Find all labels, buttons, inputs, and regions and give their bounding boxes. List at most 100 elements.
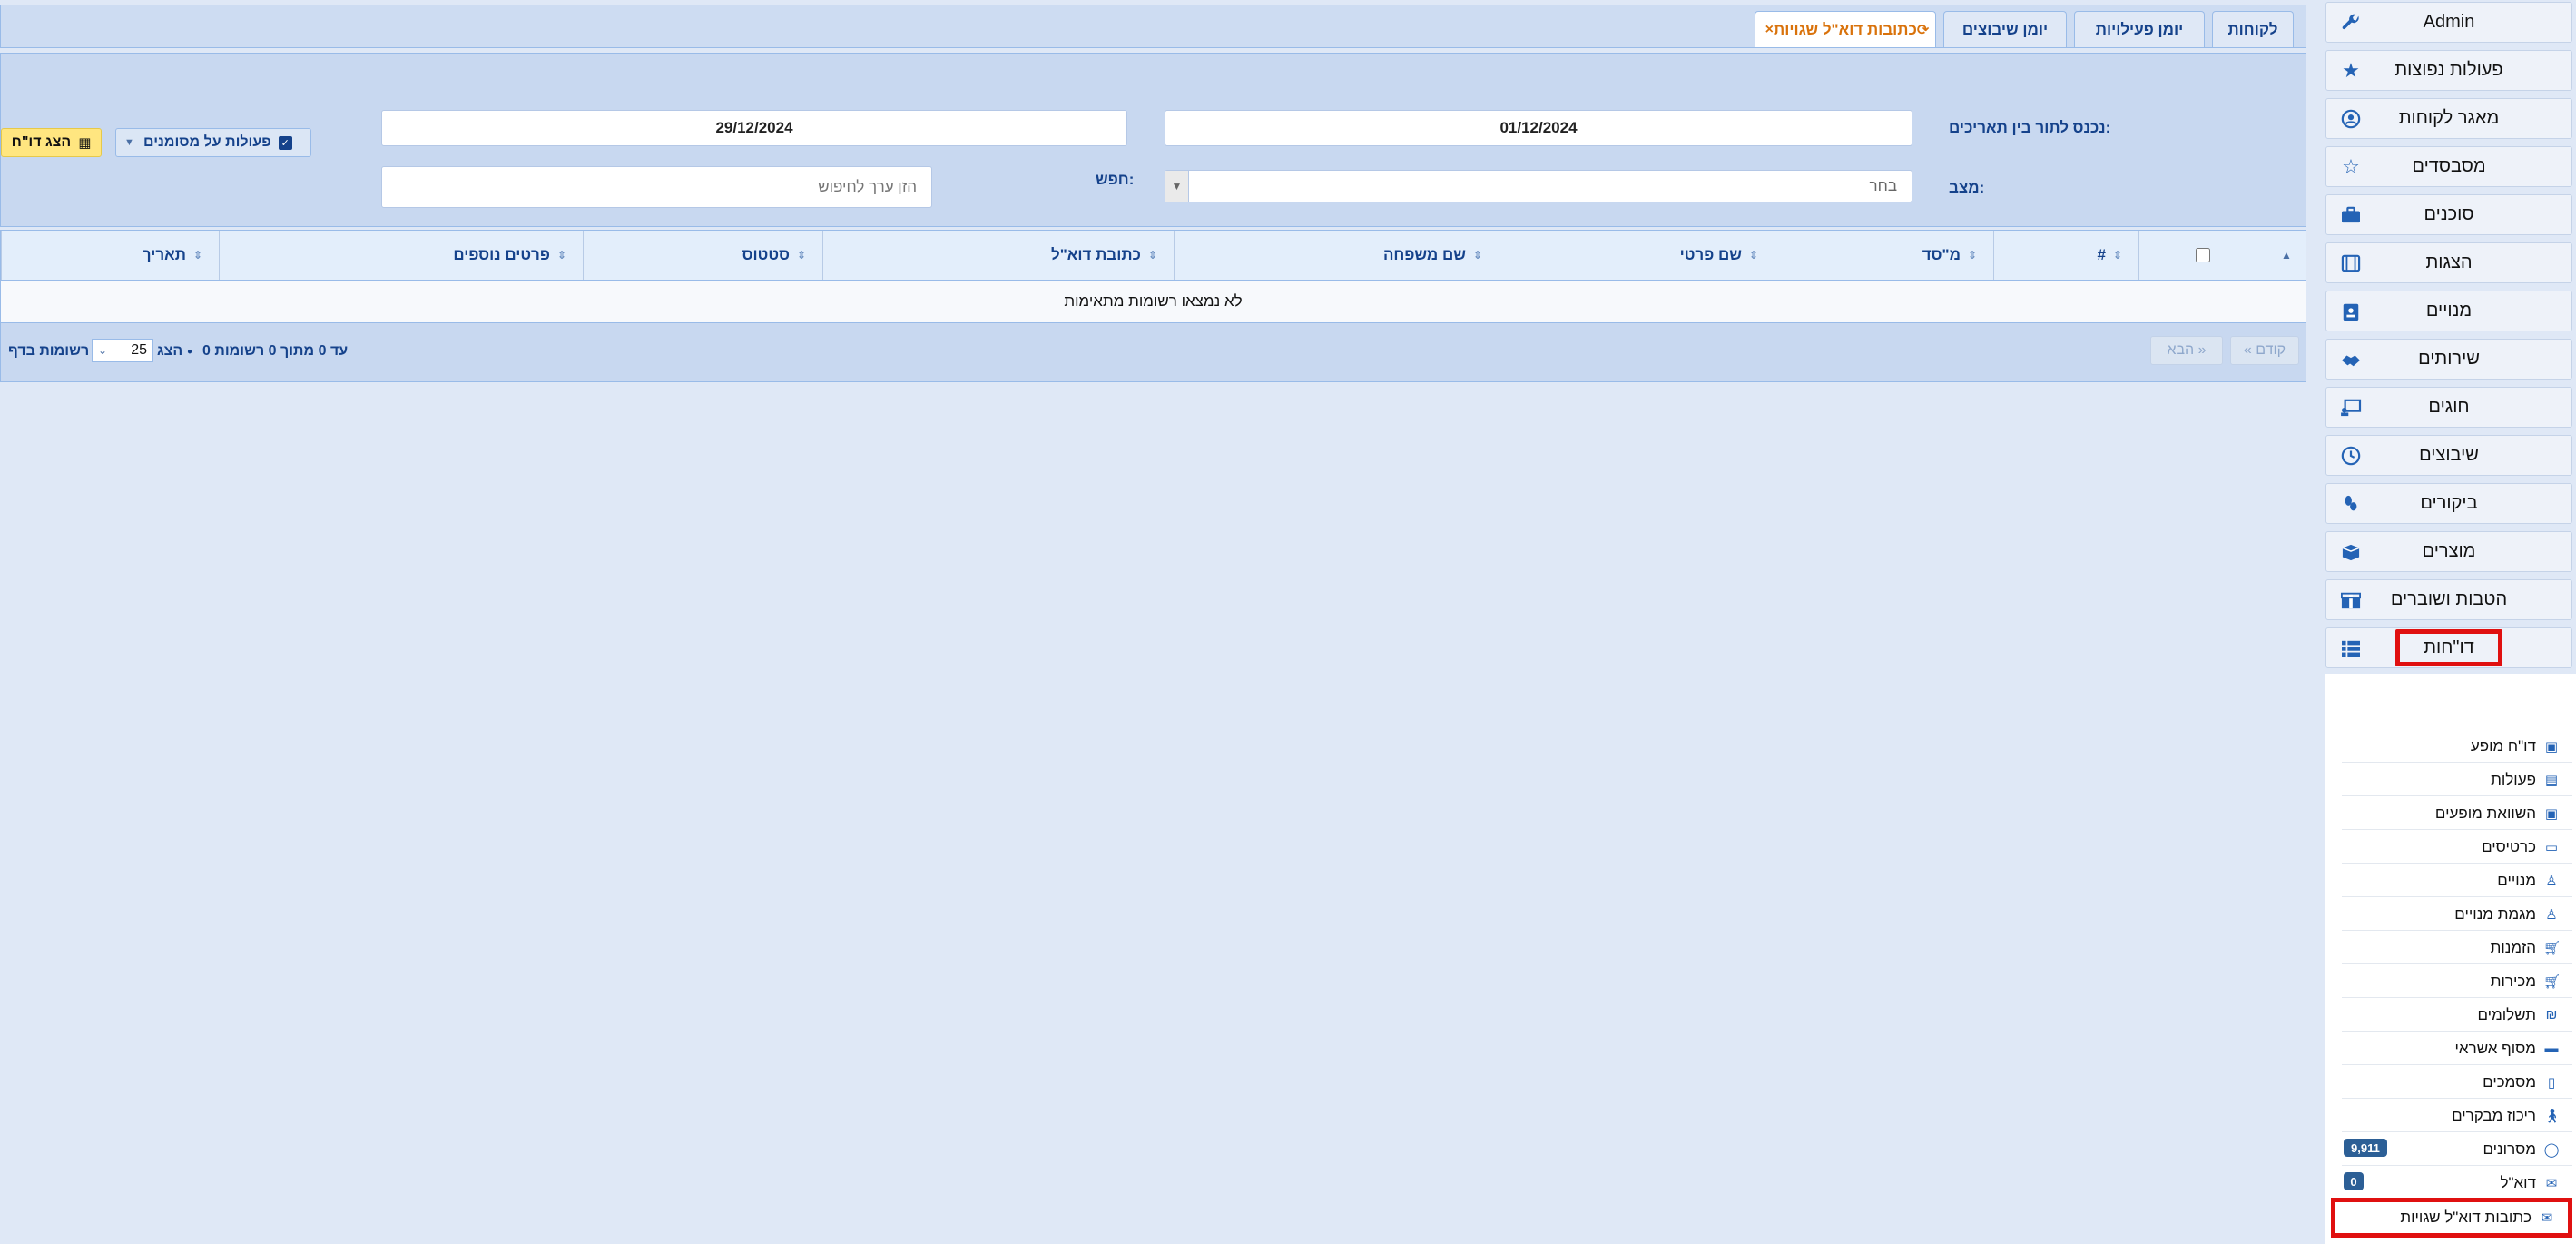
submenu-item-documents[interactable]: מסמכים ▯ bbox=[2342, 1066, 2572, 1099]
sidebar-item-label: דו"חות bbox=[2395, 629, 2502, 666]
column-title: # bbox=[2097, 246, 2106, 263]
submenu-item-credit-terminal[interactable]: מסוף אשראי ▬ bbox=[2342, 1032, 2572, 1065]
show-label: הצג bbox=[157, 343, 183, 359]
tab-customers[interactable]: לקוחות bbox=[2212, 11, 2294, 47]
sidebar-item-admin[interactable]: Admin bbox=[2325, 2, 2572, 43]
tab-placement-log[interactable]: יומן שיבוצים bbox=[1943, 11, 2067, 47]
tab-activity-log[interactable]: יומן פעילויות bbox=[2074, 11, 2205, 47]
bulk-actions-button[interactable]: ▼ פעולות על מסומנים ✓ bbox=[115, 128, 311, 157]
status-select[interactable]: ▼ בחר bbox=[1165, 170, 1912, 202]
sort-icon: ⇕ bbox=[192, 249, 202, 262]
sidebar-item-benefits[interactable]: הטבות ושוברים bbox=[2325, 579, 2572, 620]
submenu-item-sales[interactable]: מכירות 🛒︎ bbox=[2342, 965, 2572, 998]
sort-icon: ⇕ bbox=[1472, 249, 1482, 262]
search-input[interactable] bbox=[382, 167, 931, 207]
submenu-item-label: ריכוז מבקרים bbox=[2452, 1106, 2536, 1124]
sidebar-item-label: הטבות ושוברים bbox=[2390, 589, 2508, 609]
prev-label: « קודם bbox=[2243, 342, 2286, 358]
document-icon: ▯ bbox=[2547, 1074, 2556, 1091]
walking-icon: 🚶︎ bbox=[2543, 1108, 2561, 1124]
date-from-field[interactable]: 01/12/2024 bbox=[1165, 110, 1912, 146]
star-icon: ★ bbox=[2342, 59, 2360, 82]
reports-submenu: דו"ח מופע ▣ פעולות ▤ השוואת מופעים ▣ כרט… bbox=[2325, 674, 2576, 1244]
sidebar-item-placements[interactable]: שיבוצים bbox=[2325, 435, 2572, 476]
bulk-actions-label: פעולות על מסומנים bbox=[143, 134, 271, 150]
id-badge-icon bbox=[2339, 300, 2363, 323]
chevron-down-icon[interactable]: ▼ bbox=[116, 129, 143, 156]
column-header-first-name[interactable]: שם פרטי ⇕ bbox=[1499, 231, 1775, 280]
submenu-item-visitor-summary[interactable]: ריכוז מבקרים 🚶︎ bbox=[2342, 1100, 2572, 1132]
pager: « קודם הבא » 0 עד 0 מתוך 0 רשומות הצג ● … bbox=[0, 322, 2306, 382]
table-icon: ▦ bbox=[78, 135, 92, 151]
sidebar-item-label: פעולות נפוצות bbox=[2394, 60, 2503, 80]
next-page-button[interactable]: הבא » bbox=[2150, 336, 2223, 365]
column-title: מ"סד bbox=[1922, 246, 1961, 263]
submenu-item-email[interactable]: 0 דוא"ל ✉ bbox=[2342, 1167, 2572, 1200]
sidebar-item-common-actions[interactable]: ★ פעולות נפוצות bbox=[2325, 50, 2572, 91]
sidebar-item-label: שיבוצים bbox=[2419, 445, 2479, 465]
date-to-field[interactable]: 29/12/2024 bbox=[381, 110, 1127, 146]
submenu-item-sms[interactable]: 9,911 מסרונים ◯ bbox=[2342, 1133, 2572, 1166]
chevron-down-icon[interactable]: ▼ bbox=[1165, 171, 1189, 202]
submenu-item-tickets[interactable]: כרטיסים ▭ bbox=[2342, 831, 2572, 864]
sidebar-item-agents[interactable]: סוכנים bbox=[2325, 194, 2572, 235]
sidebar-item-label: Admin bbox=[2423, 12, 2475, 32]
chart-icon: ▤ bbox=[2544, 772, 2559, 788]
submenu-item-payments[interactable]: תשלומים ₪ bbox=[2342, 999, 2572, 1032]
footprints-icon bbox=[2339, 492, 2363, 516]
sidebar-item-visits[interactable]: ביקורים bbox=[2325, 483, 2572, 524]
grid-header: ▲ # ⇕ מ"סד ⇕ שם פרטי ⇕ שם משפחה ⇕ כתובת … bbox=[0, 230, 2306, 281]
search-label: חפש: bbox=[1096, 171, 1135, 188]
sidebar-item-shows[interactable]: הצגות bbox=[2325, 242, 2572, 283]
tab-label: לקוחות bbox=[2227, 20, 2278, 38]
wrench-icon bbox=[2339, 11, 2363, 35]
gift-icon bbox=[2339, 588, 2363, 612]
sidebar-item-services[interactable]: שירותים bbox=[2325, 339, 2572, 380]
date-range-label: נכנס לתור בין תאריכים: bbox=[1949, 119, 2111, 136]
sort-icon: ⇕ bbox=[1147, 249, 1157, 262]
clock-icon bbox=[2339, 444, 2363, 468]
caret-up-icon: ▲ bbox=[2281, 249, 2292, 262]
person-icon: ♙ bbox=[2545, 906, 2558, 923]
column-header-email[interactable]: כתובת דוא"ל ⇕ bbox=[822, 231, 1174, 280]
column-header-date[interactable]: תאריך ⇕ bbox=[1, 231, 219, 280]
checkbox-checked-icon: ✓ bbox=[278, 135, 292, 150]
submenu-item-label: מכירות bbox=[2490, 972, 2536, 990]
sidebar-item-reports[interactable]: דו"חות bbox=[2325, 627, 2572, 668]
column-header-id[interactable]: # ⇕ bbox=[1993, 231, 2138, 280]
submenu-item-show-report[interactable]: דו"ח מופע ▣ bbox=[2342, 730, 2572, 763]
sidebar-item-customers-db[interactable]: מאגר לקוחות bbox=[2325, 98, 2572, 139]
submenu-item-subscription-trend[interactable]: מגמת מנויים ♙ bbox=[2342, 898, 2572, 931]
cart-icon: 🛒︎ bbox=[2543, 973, 2561, 990]
empty-message: לא נמצאו רשומות מתאימות bbox=[1064, 292, 1243, 310]
chalkboard-icon bbox=[2339, 396, 2363, 420]
close-icon[interactable]: × bbox=[1765, 22, 1774, 38]
sidebar-item-products[interactable]: מוצרים bbox=[2325, 531, 2572, 572]
submenu-item-label: כרטיסים bbox=[2482, 837, 2536, 855]
tab-invalid-emails[interactable]: × כתובות דוא"ל שגויות ⟳ bbox=[1755, 11, 1936, 47]
sidebar-item-classes[interactable]: חוגים bbox=[2325, 387, 2572, 428]
show-report-button[interactable]: הצג דו"ח ▦ bbox=[1, 128, 102, 157]
submenu-item-orders[interactable]: הזמנות 🛒︎ bbox=[2342, 932, 2572, 964]
column-header-details[interactable]: פרטים נוספים ⇕ bbox=[219, 231, 583, 280]
per-page-label: רשומות בדף bbox=[8, 343, 90, 359]
submenu-item-subscriptions[interactable]: מנויים ♙ bbox=[2342, 864, 2572, 897]
prev-page-button[interactable]: « קודם bbox=[2230, 336, 2299, 365]
sidebar-item-label: מסבסדים bbox=[2412, 156, 2486, 176]
sms-count-badge: 9,911 bbox=[2344, 1139, 2387, 1157]
collapse-toggle[interactable]: ▲ bbox=[2266, 231, 2306, 280]
select-all-checkbox[interactable] bbox=[2196, 248, 2210, 262]
column-header-serial[interactable]: מ"סד ⇕ bbox=[1775, 231, 1993, 280]
search-field[interactable] bbox=[381, 166, 932, 208]
briefcase-icon bbox=[2339, 203, 2363, 227]
submenu-item-label: דו"ח מופע bbox=[2470, 736, 2536, 755]
column-header-status[interactable]: סטטוס ⇕ bbox=[583, 231, 822, 280]
page-size-select[interactable]: ⌄ 25 bbox=[92, 339, 153, 362]
submenu-item-invalid-emails[interactable]: כתובות דוא"ל שגויות ✉ bbox=[2331, 1198, 2572, 1238]
submenu-item-compare-shows[interactable]: השוואת מופעים ▣ bbox=[2342, 797, 2572, 830]
tab-label: יומן שיבוצים bbox=[1961, 20, 2049, 38]
sidebar-item-subsidizers[interactable]: ☆ מסבסדים bbox=[2325, 146, 2572, 187]
sidebar-item-subscriptions[interactable]: מנויים bbox=[2325, 291, 2572, 331]
submenu-item-actions[interactable]: פעולות ▤ bbox=[2342, 764, 2572, 796]
column-header-last-name[interactable]: שם משפחה ⇕ bbox=[1174, 231, 1499, 280]
